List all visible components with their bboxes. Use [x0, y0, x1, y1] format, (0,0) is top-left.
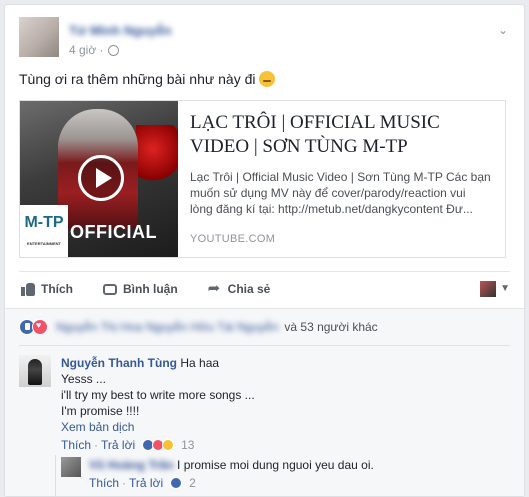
post-text-content: Tùng ơi ra thêm những bài như này đi [19, 71, 256, 87]
reply-reactions[interactable] [170, 477, 183, 489]
comment-like-link[interactable]: Thích [61, 437, 91, 453]
reply-text: I promise moi dung nguoi yeu dau oi. [177, 458, 374, 472]
post-text: Tùng ơi ra thêm những bài như này đi [19, 71, 276, 87]
share-arrow-icon: ➦ [207, 279, 221, 297]
comment-line: i'll try my best to write more songs ... [61, 388, 255, 402]
comment-label: Bình luận [123, 281, 178, 296]
link-domain: YOUTUBE.COM [190, 233, 276, 245]
see-translation-link[interactable]: Xem bản dịch [61, 419, 255, 435]
comment-line: I'm promise !!!! [61, 404, 140, 418]
divider [19, 345, 510, 346]
post-meta: 4 giờ · [69, 43, 119, 57]
mtp-logo-text: M-TP [24, 214, 64, 231]
comment-actions: Thích · Trả lời 13 [61, 437, 255, 453]
reply-reply-link[interactable]: Trả lời [129, 475, 163, 491]
author-name[interactable]: Tứ Minh Nguyễn [69, 23, 172, 38]
post-card: Tứ Minh Nguyễn 4 giờ · ⌄ Tùng ơi ra thêm… [4, 4, 525, 497]
separator: · [122, 476, 127, 490]
like-reaction-icon [170, 477, 183, 489]
comments-section: Nguyễn Thị Hoa Nguyễn Hữu Tài Nguyễn và … [5, 308, 524, 496]
viewer-avatar [480, 280, 497, 297]
comment-icon [103, 283, 117, 295]
reply-like-link[interactable]: Thích [89, 475, 119, 491]
post-time[interactable]: 4 giờ · [69, 43, 104, 57]
comment-body: Nguyễn Thanh Tùng Ha haa Yesss ... i'll … [61, 355, 255, 453]
commenter-avatar[interactable] [19, 355, 51, 387]
mtp-logo: M-TP ENTERTAINMENT [20, 205, 68, 257]
share-button[interactable]: ➦ Chia sẻ [207, 279, 271, 297]
share-label: Chia sẻ [227, 281, 271, 296]
reply-thread-line [55, 455, 56, 496]
separator: · [94, 438, 99, 452]
like-label: Thích [41, 281, 73, 296]
caret-down-icon: ▼ [500, 283, 510, 294]
author-avatar[interactable] [19, 17, 59, 57]
emoji-icon [259, 71, 276, 87]
reply-body: Vũ Hoàng Trần I promise moi dung nguoi y… [89, 457, 374, 491]
comment-first-line: Ha haa [180, 356, 220, 370]
video-thumbnail[interactable]: M-TP ENTERTAINMENT OFFICIAL [20, 101, 178, 257]
thumbnail-graphic [136, 125, 178, 185]
replier-name[interactable]: Vũ Hoàng Trần [89, 458, 174, 472]
official-label: OFFICIAL [70, 222, 157, 242]
link-title[interactable]: LẠC TRÔI | OFFICIAL MUSIC VIDEO | SƠN TÙ… [190, 111, 491, 159]
comment-reply-link[interactable]: Trả lời [101, 437, 135, 453]
comment-reaction-count: 13 [181, 438, 195, 452]
viewer-selector[interactable]: ▼ [480, 280, 510, 297]
post-header: Tứ Minh Nguyễn 4 giờ · ⌄ [19, 17, 512, 61]
thumbs-up-icon [21, 282, 35, 296]
reactor-names[interactable]: Nguyễn Thị Hoa Nguyễn Hữu Tài Nguyễn [56, 320, 278, 334]
comment-line: Yesss ... [61, 372, 106, 386]
comment-reactions[interactable] [142, 439, 175, 451]
link-info: LẠC TRÔI | OFFICIAL MUSIC VIDEO | SƠN TÙ… [178, 101, 505, 257]
mtp-logo-subtext: ENTERTAINMENT [27, 241, 61, 246]
link-preview[interactable]: M-TP ENTERTAINMENT OFFICIAL LẠC TRÔI | O… [19, 100, 506, 258]
reply-reaction-count: 2 [189, 476, 196, 490]
chevron-down-icon[interactable]: ⌄ [496, 23, 510, 37]
action-bar: Thích Bình luận ➦ Chia sẻ ▼ [19, 271, 510, 305]
reactions-summary[interactable]: Nguyễn Thị Hoa Nguyễn Hữu Tài Nguyễn và … [19, 317, 378, 337]
love-reaction-icon [32, 319, 48, 335]
replier-avatar[interactable] [61, 457, 81, 477]
play-icon[interactable] [78, 155, 124, 201]
commenter-name[interactable]: Nguyễn Thanh Tùng [61, 356, 177, 370]
reactor-others[interactable]: và 53 người khác [284, 320, 377, 334]
haha-reaction-icon [162, 439, 175, 451]
link-description: Lạc Trôi | Official Music Video | Sơn Tù… [190, 170, 491, 216]
reply-actions: Thích · Trả lời 2 [89, 475, 374, 491]
globe-icon [107, 44, 119, 56]
comment-button[interactable]: Bình luận [103, 282, 178, 296]
like-button[interactable]: Thích [21, 282, 73, 296]
